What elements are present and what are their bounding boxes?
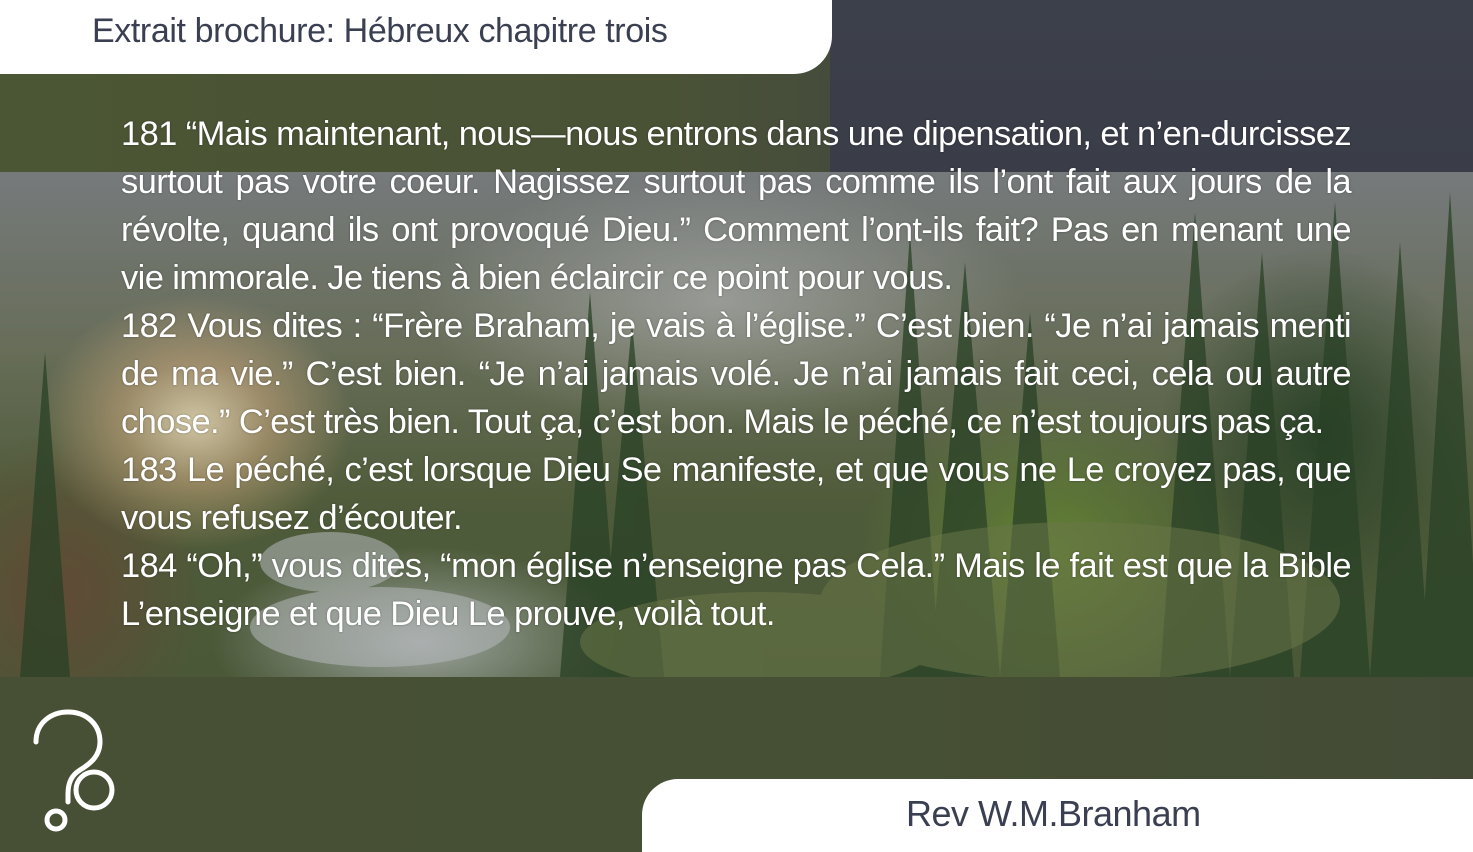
paragraph-184: 184 “Oh,” vous dites, “mon église n’ense…	[121, 547, 1352, 633]
title-tab: Extrait brochure: Hébreux chapitre trois	[0, 0, 832, 74]
page-title: Extrait brochure: Hébreux chapitre trois	[92, 12, 668, 50]
question-mark-logo-icon	[33, 709, 115, 832]
excerpt-body: 181 “Mais maintenant, nous—nous entrons …	[121, 110, 1352, 638]
paragraph-183: 183 Le péché, c’est lorsque Dieu Se mani…	[121, 451, 1352, 537]
author-tab: Rev W.M.Branham	[642, 779, 1473, 852]
paragraph-182: 182 Vous dites : “Frère Braham, je vais …	[121, 307, 1352, 441]
author-name: Rev W.M.Branham	[906, 793, 1201, 834]
paragraph-181: 181 “Mais maintenant, nous—nous entrons …	[121, 115, 1352, 297]
